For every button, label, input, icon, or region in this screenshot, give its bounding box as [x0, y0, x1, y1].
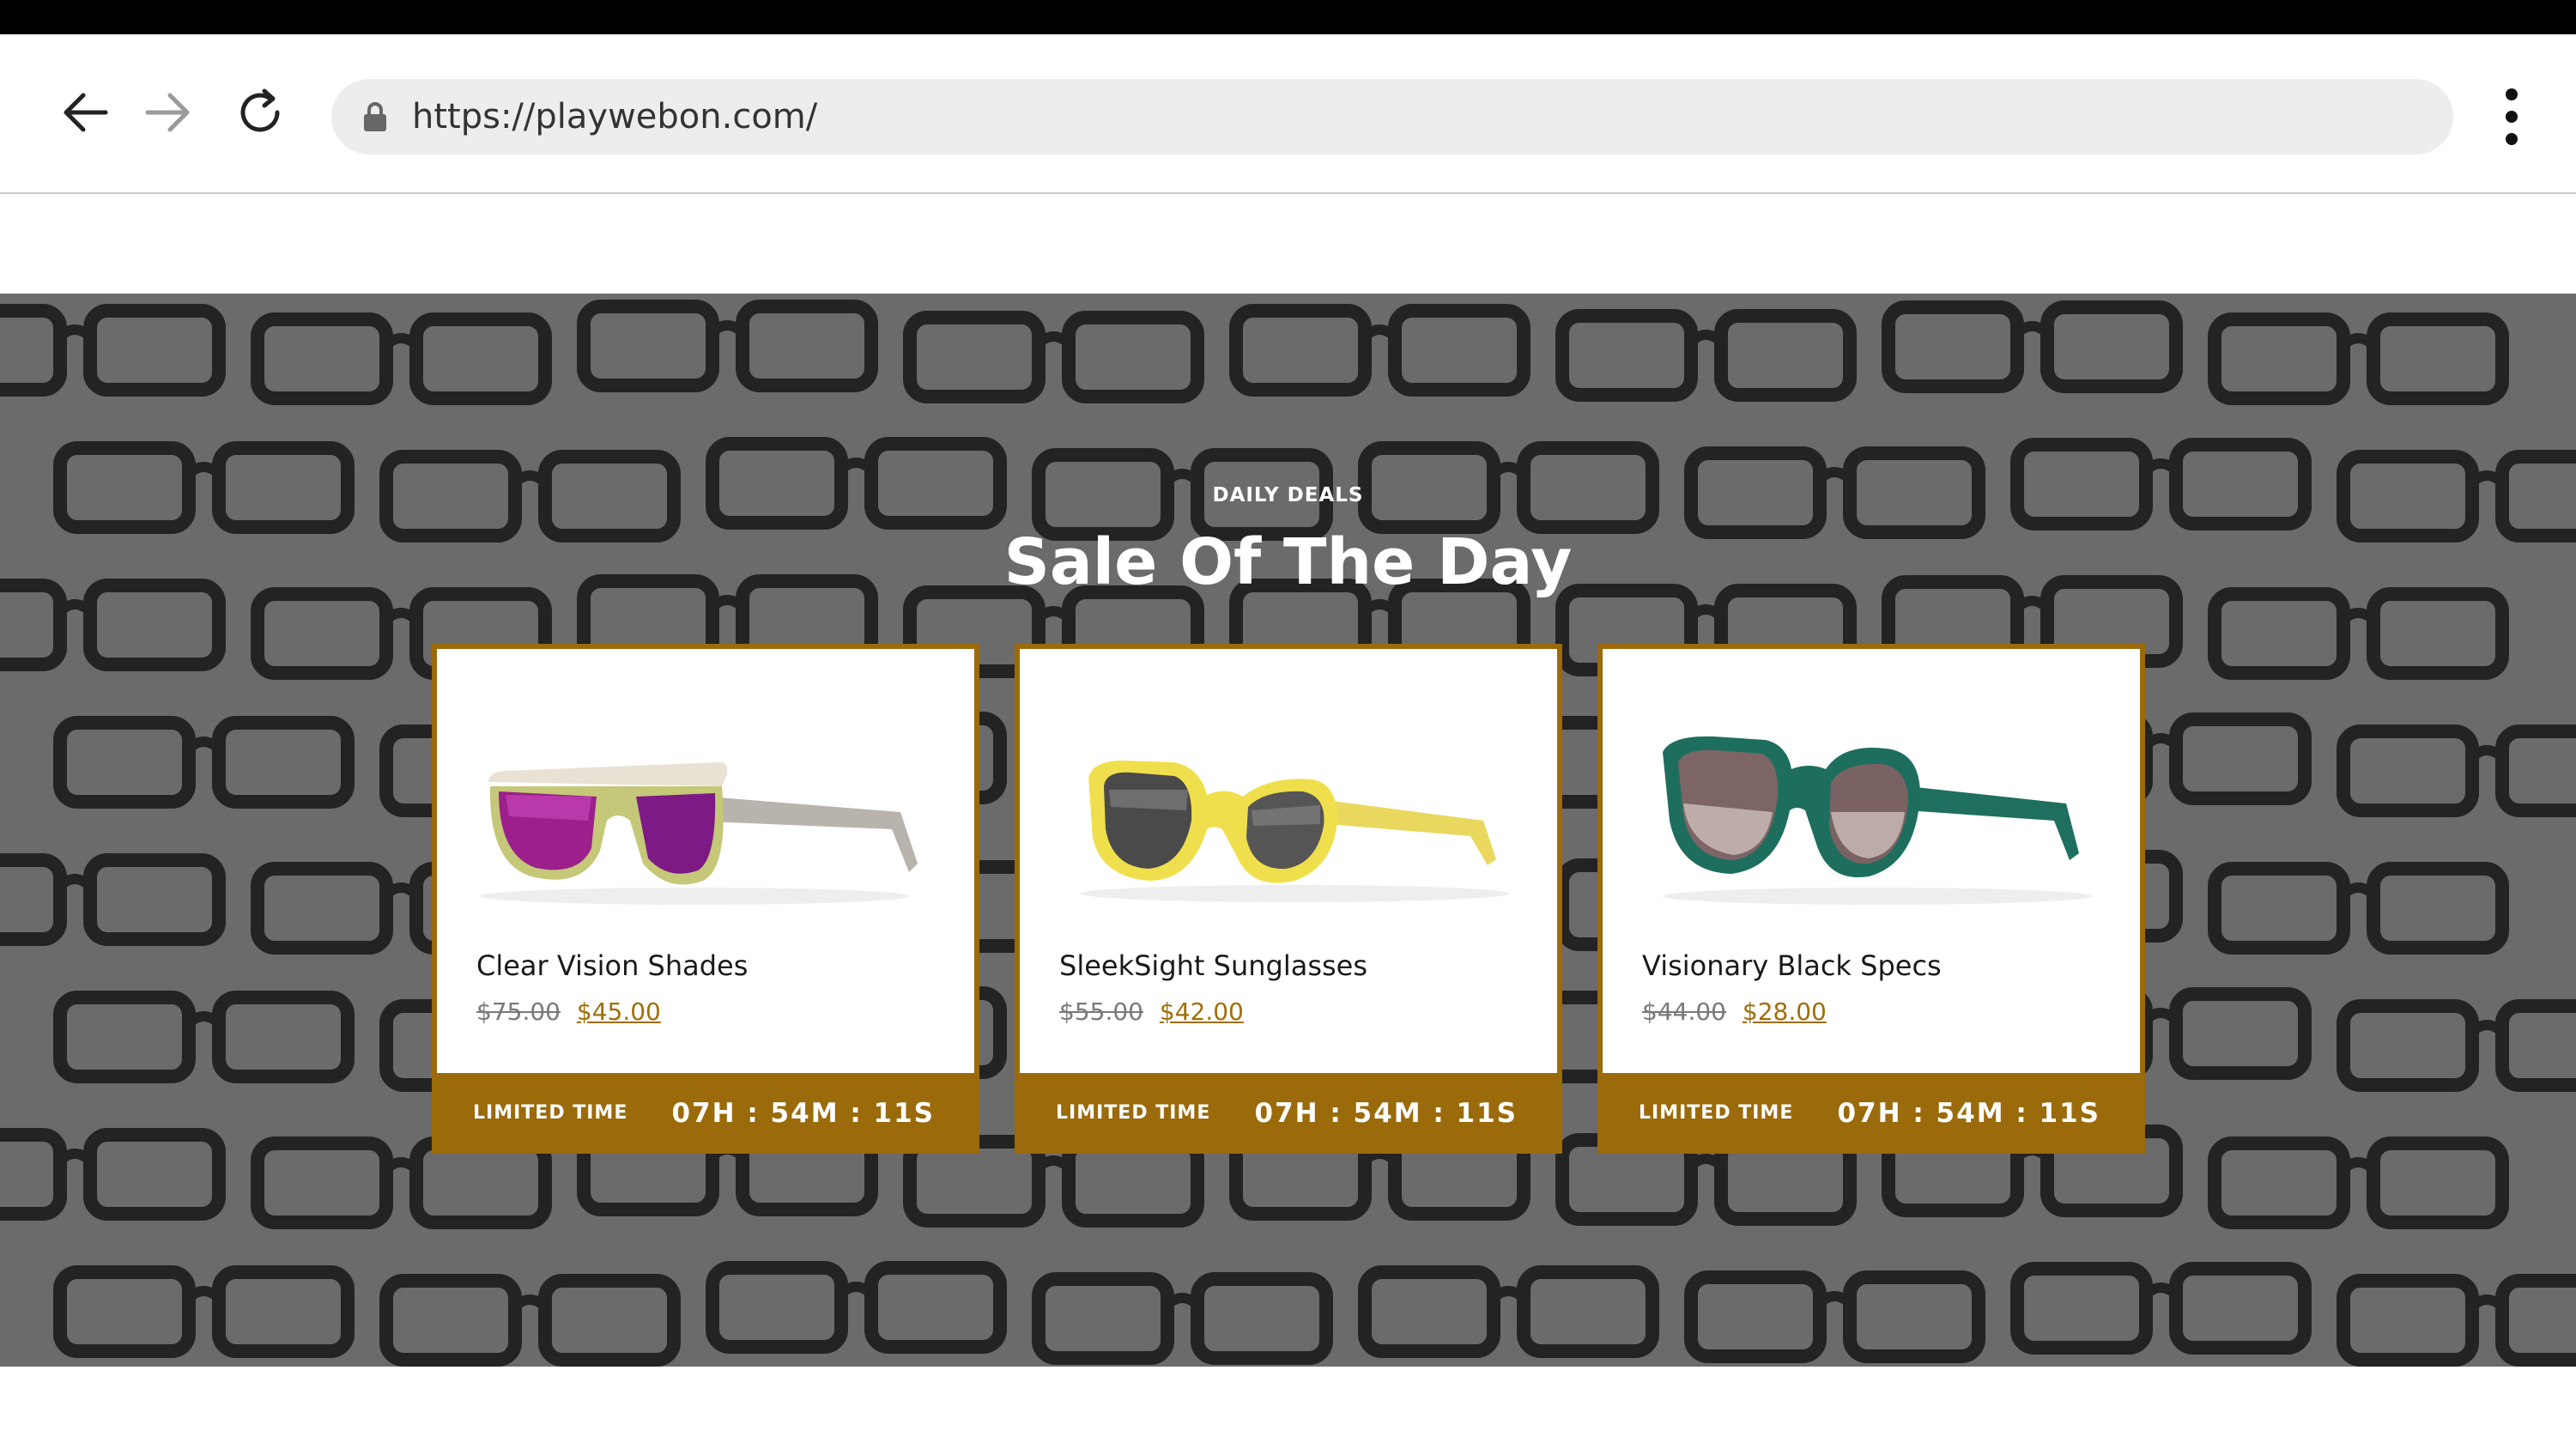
product-card[interactable]: Visionary Black Specs $44.00 $28.00 LIMI…	[1597, 644, 2145, 1154]
old-price: $44.00	[1642, 997, 1726, 1026]
section-title: Sale Of The Day	[1003, 525, 1573, 599]
section-kicker: DAILY DEALS	[1212, 484, 1364, 506]
reload-button[interactable]	[230, 82, 290, 142]
url-text[interactable]: https://playwebon.com/	[412, 79, 817, 155]
sunglasses-image	[1663, 736, 2092, 905]
countdown-timer: 07H : 54M : 11S	[671, 1098, 935, 1129]
product-card[interactable]: Clear Vision Shades $75.00 $45.00 LIMITE…	[432, 644, 979, 1154]
countdown-timer: 07H : 54M : 11S	[1254, 1098, 1518, 1129]
address-bar[interactable]: https://playwebon.com/	[331, 79, 2453, 155]
deal-countdown-bar: LIMITED TIME 07H : 54M : 11S	[432, 1073, 979, 1154]
product-card-body: Clear Vision Shades $75.00 $45.00	[437, 649, 974, 1073]
forward-button[interactable]	[137, 82, 197, 142]
countdown-timer: 07H : 54M : 11S	[1837, 1098, 2100, 1129]
sunglasses-image	[480, 762, 918, 905]
deal-countdown-bar: LIMITED TIME 07H : 54M : 11S	[1597, 1073, 2145, 1154]
device-status-bar	[0, 0, 2576, 34]
sale-price[interactable]: $42.00	[1160, 997, 1244, 1026]
product-image[interactable]	[1637, 700, 2118, 906]
arrow-left-icon	[64, 93, 108, 132]
limited-time-label: LIMITED TIME	[473, 1102, 628, 1124]
price-row: $75.00 $45.00	[476, 997, 661, 1026]
back-button[interactable]	[56, 82, 116, 142]
limited-time-label: LIMITED TIME	[1056, 1102, 1211, 1124]
product-card-body: SleekSight Sunglasses $55.00 $42.00	[1020, 649, 1557, 1073]
price-row: $55.00 $42.00	[1059, 997, 1244, 1026]
product-name[interactable]: Clear Vision Shades	[476, 949, 748, 982]
product-card-body: Visionary Black Specs $44.00 $28.00	[1603, 649, 2140, 1073]
arrow-right-icon	[145, 93, 190, 132]
sale-price[interactable]: $28.00	[1743, 997, 1827, 1026]
price-row: $44.00 $28.00	[1642, 997, 1827, 1026]
product-image[interactable]	[1054, 700, 1535, 906]
lock-icon	[362, 100, 388, 133]
browser-menu-button[interactable]	[2489, 82, 2534, 151]
limited-time-label: LIMITED TIME	[1639, 1102, 1794, 1124]
deal-countdown-bar: LIMITED TIME 07H : 54M : 11S	[1015, 1073, 1562, 1154]
product-name[interactable]: SleekSight Sunglasses	[1059, 949, 1367, 982]
sale-of-the-day-section: DAILY DEALS Sale Of The Day Clear Vision…	[0, 294, 2576, 1367]
product-image[interactable]	[471, 700, 952, 906]
reload-icon	[240, 88, 280, 132]
sunglasses-image	[1080, 761, 1509, 902]
product-name[interactable]: Visionary Black Specs	[1642, 949, 1942, 982]
old-price: $55.00	[1059, 997, 1143, 1026]
browser-toolbar: https://playwebon.com/	[0, 34, 2576, 194]
product-card[interactable]: SleekSight Sunglasses $55.00 $42.00 LIMI…	[1015, 644, 1562, 1154]
old-price: $75.00	[476, 997, 561, 1026]
kebab-menu-icon	[2506, 88, 2518, 145]
sale-price[interactable]: $45.00	[577, 997, 661, 1026]
